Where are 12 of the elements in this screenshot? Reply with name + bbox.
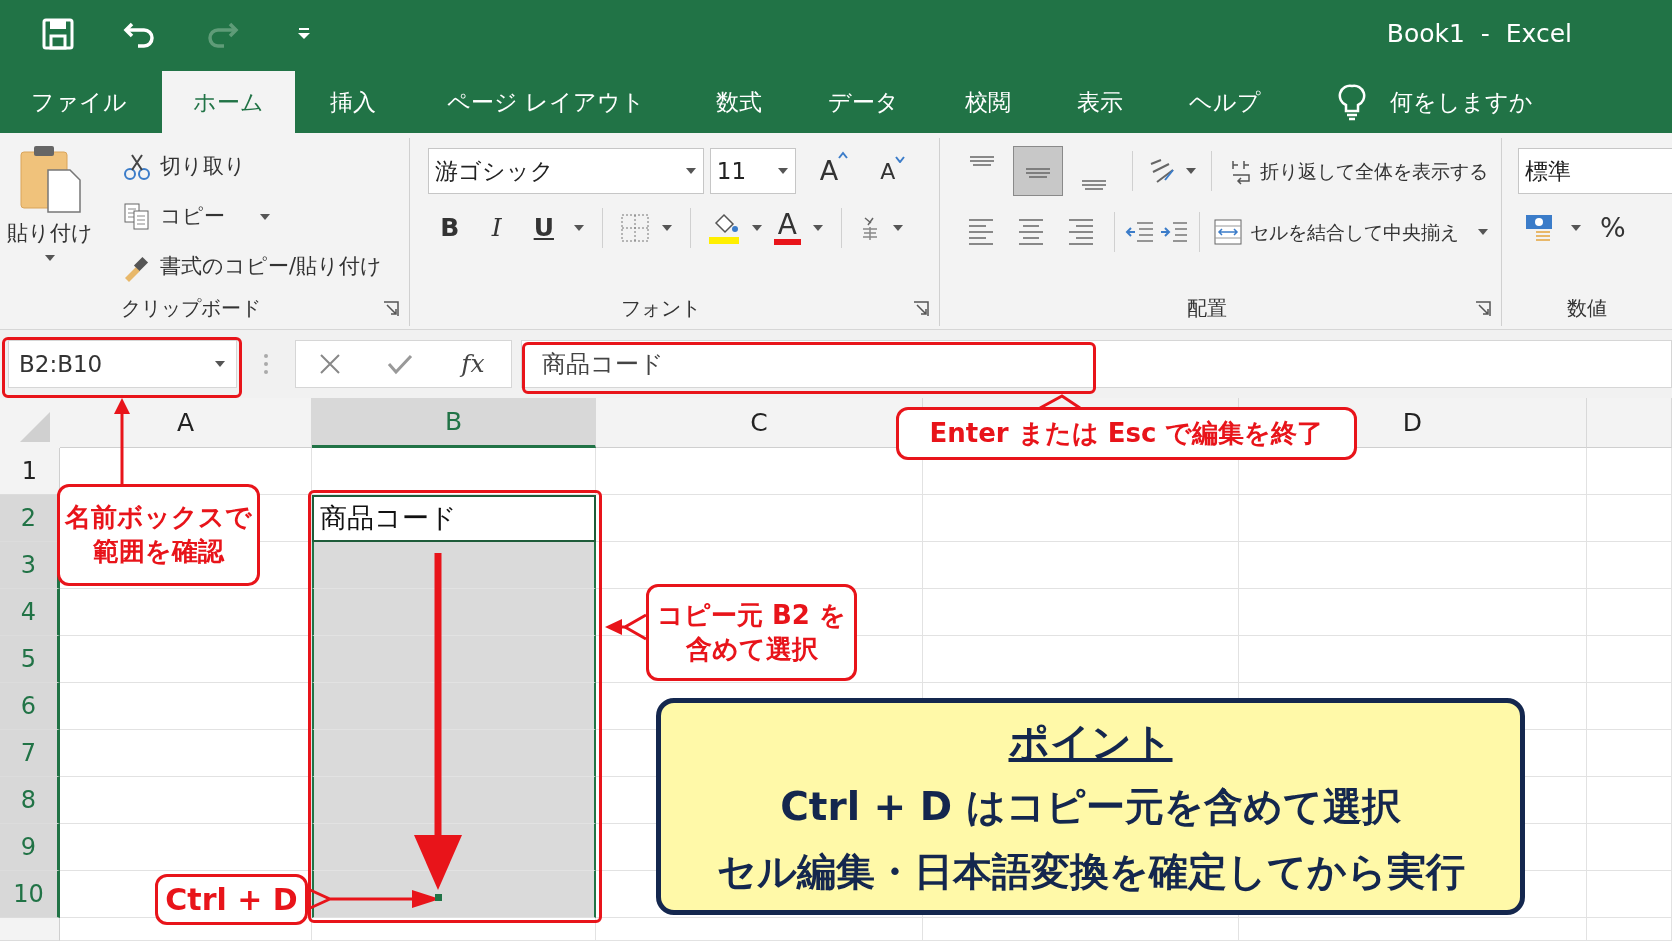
window-title: Book1 - Excel	[1386, 17, 1572, 50]
tip-text: Ctrl + D はコピー元を含めて選択	[780, 783, 1401, 831]
group-label: クリップボード	[120, 295, 263, 322]
tip-title: ポイント	[1008, 718, 1173, 767]
group-label: 数値	[1566, 295, 1608, 322]
tip-text: セル編集・日本語変換を確定してから実行	[716, 847, 1465, 896]
note-tooltip: Ctrl + D	[155, 874, 308, 925]
group-label: フォント	[620, 295, 703, 322]
note-tooltip: コピー元 B2 を含めて選択	[646, 584, 857, 681]
note-tooltip: Enter または Esc で編集を終了	[896, 407, 1357, 460]
group-label: 配置	[1186, 295, 1229, 322]
note-tooltip: 名前ボックスで範囲を確認	[57, 484, 260, 586]
